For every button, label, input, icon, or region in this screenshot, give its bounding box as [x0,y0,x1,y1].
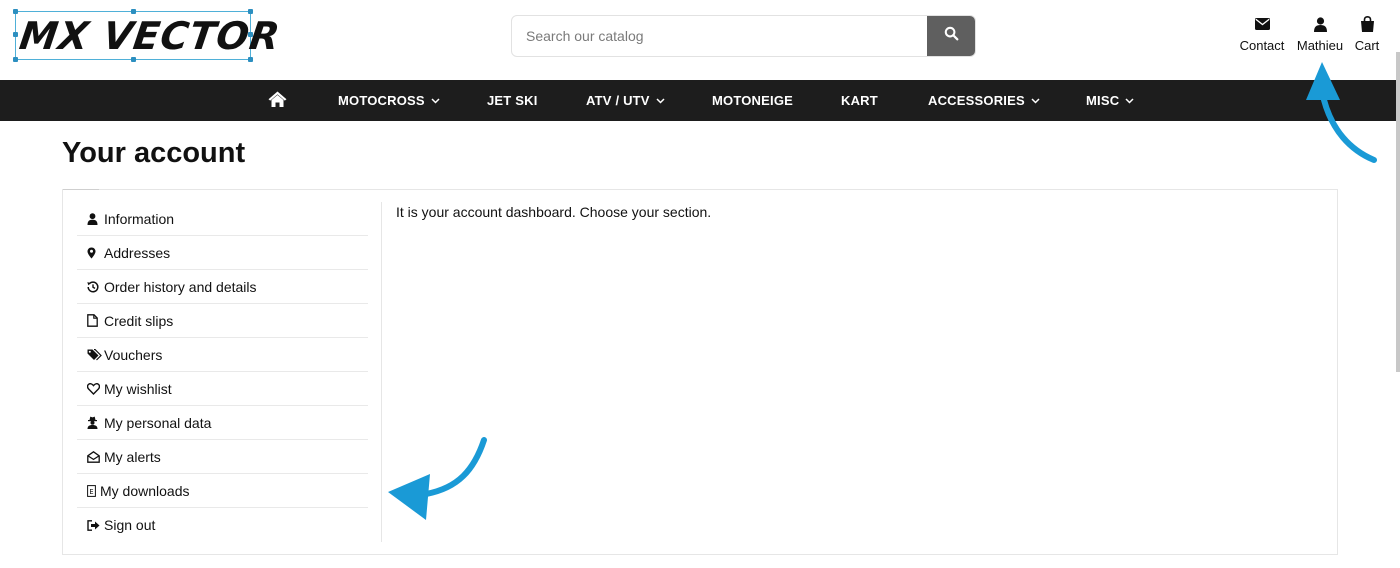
search-bar [511,15,976,57]
nav-label: KART [841,93,878,108]
menu-item-order-history[interactable]: Order history and details [77,270,368,304]
nav-kart[interactable]: KART [841,80,878,121]
annotation-arrow-icon [1306,62,1377,163]
search-input[interactable] [512,16,929,56]
chevron-down-icon [656,97,665,104]
chevron-down-icon [1031,97,1040,104]
contact-link[interactable]: Contact [1237,14,1287,53]
menu-label: My personal data [104,414,212,431]
main-nav: MOTOCROSS JET SKI ATV / UTV MOTONEIGE KA… [0,80,1396,121]
nav-jet-ski[interactable]: JET SKI [487,80,538,121]
account-menu: Information Addresses Order history and … [77,202,368,542]
shopping-bag-icon [1360,14,1375,34]
nav-motoneige[interactable]: MOTONEIGE [712,80,793,121]
selection-handle [131,9,136,14]
dashboard-message: It is your account dashboard. Choose you… [396,204,712,220]
search-icon [944,26,959,46]
menu-item-wishlist[interactable]: My wishlist [77,372,368,406]
account-link[interactable]: Mathieu [1294,14,1346,53]
menu-item-information[interactable]: Information [77,202,368,236]
annotation-arrow-icon [388,437,487,520]
menu-item-credit-slips[interactable]: Credit slips [77,304,368,338]
sign-out-icon [87,519,104,531]
menu-label: Credit slips [104,312,174,329]
chevron-down-icon [431,97,440,104]
user-icon [1313,14,1327,34]
nav-accessories[interactable]: ACCESSORIES [928,80,1040,121]
menu-label: Order history and details [104,278,257,295]
menu-item-alerts[interactable]: My alerts [77,440,368,474]
nav-atv-utv[interactable]: ATV / UTV [586,80,665,121]
history-icon [87,280,104,293]
envelope-icon [1254,14,1270,34]
selection-handle [131,57,136,62]
cart-link[interactable]: Cart [1352,14,1382,53]
nav-label: ATV / UTV [586,93,650,108]
missing-glyph-icon: E [87,484,100,497]
header-links: Contact Mathieu Cart [1237,14,1382,53]
menu-label: Addresses [104,244,171,261]
scrollbar[interactable] [1396,52,1400,372]
file-icon [87,314,104,327]
nav-label: MISC [1086,93,1120,108]
menu-item-downloads[interactable]: E My downloads [77,474,368,508]
selection-handle [13,57,18,62]
nav-label: MOTONEIGE [712,93,794,108]
nav-home[interactable] [268,80,287,121]
home-icon [268,91,287,110]
heart-icon [87,382,104,395]
site-header: MX VECTOR Contact Mathieu [0,0,1400,80]
menu-label: My downloads [100,482,190,499]
selection-handle [248,9,253,14]
selection-handle [13,9,18,14]
tags-icon [87,348,104,361]
selection-handle [13,32,18,37]
nav-motocross[interactable]: MOTOCROSS [338,80,440,121]
panel-divider [381,202,382,542]
account-label: Mathieu [1296,38,1344,53]
nav-label: MOTOCROSS [338,93,425,108]
user-icon [87,212,104,225]
selection-handle [248,32,253,37]
menu-label: Vouchers [104,346,163,363]
chevron-down-icon [1125,97,1134,104]
user-secret-icon [87,416,104,429]
menu-item-sign-out[interactable]: Sign out [77,508,368,542]
map-pin-icon [87,247,104,259]
selection-handle [248,57,253,62]
account-panel: Information Addresses Order history and … [62,189,1338,555]
site-logo[interactable]: MX VECTOR [13,9,283,62]
menu-label: Information [104,210,175,227]
menu-item-personal-data[interactable]: My personal data [77,406,368,440]
nav-misc[interactable]: MISC [1086,80,1134,121]
menu-label: My alerts [104,448,161,465]
nav-label: JET SKI [487,93,538,108]
contact-label: Contact [1239,38,1285,53]
menu-label: Sign out [104,517,156,533]
panel-accent [63,189,99,190]
logo-text: MX VECTOR [16,14,284,58]
nav-label: ACCESSORIES [928,93,1025,108]
cart-label: Cart [1354,38,1380,53]
search-button[interactable] [927,16,975,56]
menu-item-vouchers[interactable]: Vouchers [77,338,368,372]
envelope-open-icon [87,450,104,463]
page-title: Your account [62,137,246,169]
menu-item-addresses[interactable]: Addresses [77,236,368,270]
svg-text:E: E [89,488,93,496]
menu-label: My wishlist [104,380,172,397]
